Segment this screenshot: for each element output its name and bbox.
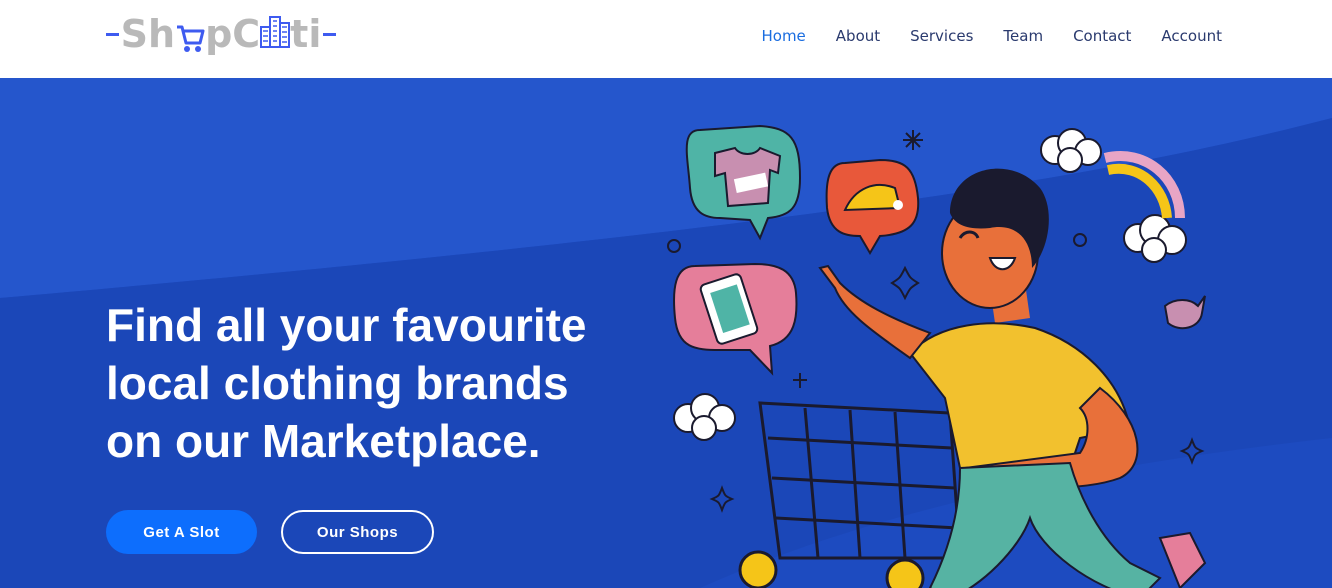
shopper-illustration (667, 124, 1207, 588)
main-nav: Home About Services Team Contact Account (731, 27, 1222, 45)
get-a-slot-button[interactable]: Get A Slot (106, 510, 257, 554)
shirt-bubble-icon (685, 124, 802, 241)
hero-section: Find all your favourite local clothing b… (0, 78, 1332, 588)
nav-services[interactable]: Services (910, 27, 973, 45)
shopping-cart-icon (738, 401, 962, 588)
hero-headline: Find all your favourite local clothing b… (106, 296, 706, 470)
nav-home[interactable]: Home (761, 27, 805, 45)
nav-team[interactable]: Team (1003, 27, 1043, 45)
bird-icon (1163, 295, 1206, 330)
brand-logo[interactable]: Sh pC ti (106, 6, 336, 62)
headline-line-1: Find all your favourite (106, 299, 587, 351)
logo-text-part3: ti (290, 12, 322, 56)
cart-icon (175, 21, 205, 55)
nav-about[interactable]: About (836, 27, 880, 45)
nav-account[interactable]: Account (1161, 27, 1222, 45)
logo-text-part1: Sh (120, 12, 176, 56)
logo-text-part2: pC (205, 12, 261, 56)
nav-contact[interactable]: Contact (1073, 27, 1131, 45)
headline-line-3: on our Marketplace. (106, 415, 541, 467)
buildings-icon (260, 15, 291, 49)
logo-dash-right (323, 32, 336, 36)
shoe-bubble-icon (825, 158, 920, 255)
site-header: Sh pC ti Home About Services Team Contac… (0, 0, 1332, 78)
logo-wordmark: Sh pC ti (121, 15, 322, 53)
logo-dash-left (106, 32, 119, 36)
phone-bubble-icon (673, 262, 798, 376)
headline-line-2: local clothing brands (106, 357, 569, 409)
our-shops-button[interactable]: Our Shops (281, 510, 434, 554)
